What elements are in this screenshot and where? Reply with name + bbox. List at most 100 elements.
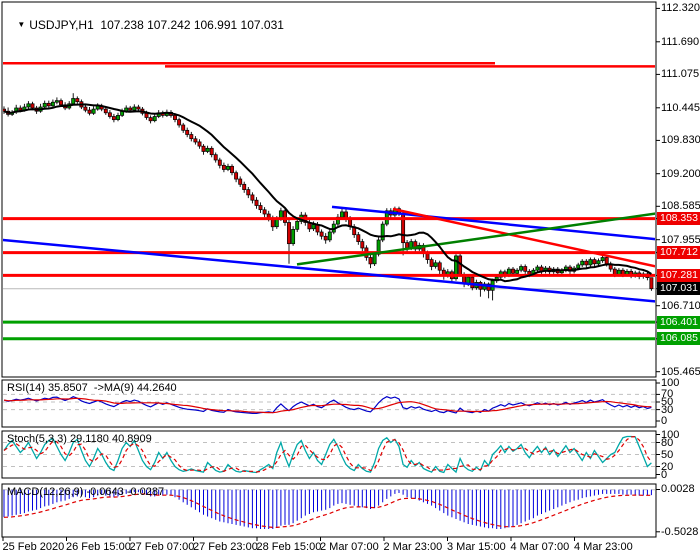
stoch-indicator-label: Stoch(5,3,3) 29.1180 40.8909: [7, 433, 152, 445]
candle: [580, 260, 585, 266]
candle: [437, 262, 442, 271]
candle: [87, 109, 92, 114]
price-axis-label: 109.830: [661, 134, 700, 147]
rsi-indicator-label: RSI(14) 35.8507 ->MA(9) 44.2640: [7, 382, 177, 394]
price-axis-label: 108.585: [661, 200, 700, 213]
price-axis-label: 106.710: [661, 299, 700, 312]
candle: [91, 108, 96, 114]
candle: [173, 115, 177, 120]
candle: [519, 266, 524, 271]
time-axis-label: 27 Feb 23:00: [193, 541, 258, 553]
candle: [54, 100, 59, 103]
candle: [287, 222, 291, 245]
price-badge: 107.281: [657, 268, 700, 282]
candle: [116, 115, 120, 120]
macd-scale-label: 0.0028: [661, 483, 695, 496]
candle: [405, 242, 410, 249]
candle: [356, 234, 361, 242]
candle: [46, 102, 51, 107]
chart-window: ▼ USDJPY,H1 107.238 107.242 106.991 107.0…: [0, 0, 700, 560]
candle: [592, 259, 597, 265]
candle: [429, 259, 434, 267]
candle: [217, 159, 222, 166]
price-badge: 108.353: [657, 212, 700, 226]
stoch-scale-label: 0: [661, 468, 668, 481]
rsi-scale-label: 30: [661, 403, 674, 416]
candle: [600, 257, 605, 262]
macd-indicator-label: MACD(12,26,9) -0.0643 -0.0287: [7, 486, 165, 498]
candle: [71, 98, 76, 105]
candle: [535, 266, 540, 271]
candle: [596, 260, 601, 265]
time-axis-label: 2 Mar 23:00: [383, 541, 443, 553]
candle: [30, 103, 35, 109]
candle: [250, 194, 255, 201]
candle: [515, 269, 520, 274]
candle: [323, 235, 328, 241]
candle: [327, 231, 332, 241]
candle: [340, 211, 344, 218]
candle: [523, 266, 528, 272]
candle: [205, 147, 210, 152]
candle: [291, 229, 296, 245]
candle: [201, 145, 206, 152]
candle: [511, 268, 515, 274]
candle: [18, 107, 23, 111]
stoch-scale-label: 80: [661, 436, 674, 449]
candle: [242, 183, 247, 190]
time-axis-label: 2 Mar 07:00: [320, 541, 379, 553]
candle: [107, 112, 112, 117]
chart-title-text: USDJPY,H1 107.238 107.242 106.991 107.03…: [29, 18, 284, 32]
candle: [584, 260, 589, 266]
price-axis-label: 112.320: [661, 2, 700, 15]
candle: [221, 164, 226, 170]
candle: [75, 98, 80, 103]
candle: [380, 223, 385, 241]
price-axis-label: 111.075: [661, 68, 700, 81]
candle: [209, 147, 214, 156]
candle: [311, 224, 316, 230]
candle: [319, 231, 324, 237]
candle: [177, 119, 182, 126]
price-badge: 107.031: [657, 282, 700, 296]
candle: [50, 101, 55, 107]
time-axis-label: 4 Mar 07:00: [510, 541, 570, 553]
candle: [132, 106, 137, 111]
candle: [616, 269, 621, 275]
time-axis-label: 25 Feb 2020: [2, 541, 65, 553]
candle: [103, 108, 108, 114]
candle: [185, 129, 190, 135]
candle: [372, 253, 377, 265]
price-badge: 106.085: [657, 332, 700, 346]
candle: [111, 116, 116, 121]
stoch-scale-label: 50: [661, 448, 674, 461]
price-badge: 107.712: [657, 246, 700, 260]
candle: [295, 221, 300, 230]
candle: [144, 112, 149, 118]
price-axis-label: 107.955: [661, 233, 700, 246]
candle: [83, 106, 88, 111]
candle: [425, 252, 430, 260]
price-badge: 106.401: [657, 315, 700, 329]
candle: [620, 269, 625, 275]
candle: [238, 178, 243, 185]
chart-canvas[interactable]: [0, 0, 700, 560]
price-axis-label: 110.445: [661, 101, 700, 114]
price-axis-label: 105.465: [661, 365, 700, 378]
rsi-scale-label: 0: [661, 415, 668, 427]
candle: [588, 259, 593, 266]
candle: [181, 124, 186, 131]
candle: [234, 172, 239, 180]
candle: [189, 134, 194, 140]
candle: [470, 276, 475, 289]
time-axis-label: 4 Mar 23:00: [574, 541, 633, 553]
chart-title: ▼ USDJPY,H1 107.238 107.242 106.991 107.0…: [4, 4, 284, 46]
candle: [230, 165, 234, 174]
collapse-triangle-icon[interactable]: ▼: [17, 20, 25, 29]
time-axis-label: 27 Feb 07:00: [129, 541, 195, 553]
candle: [649, 277, 654, 290]
candle: [213, 154, 218, 161]
candle: [360, 241, 365, 249]
candle: [197, 141, 202, 147]
candle: [254, 199, 259, 206]
